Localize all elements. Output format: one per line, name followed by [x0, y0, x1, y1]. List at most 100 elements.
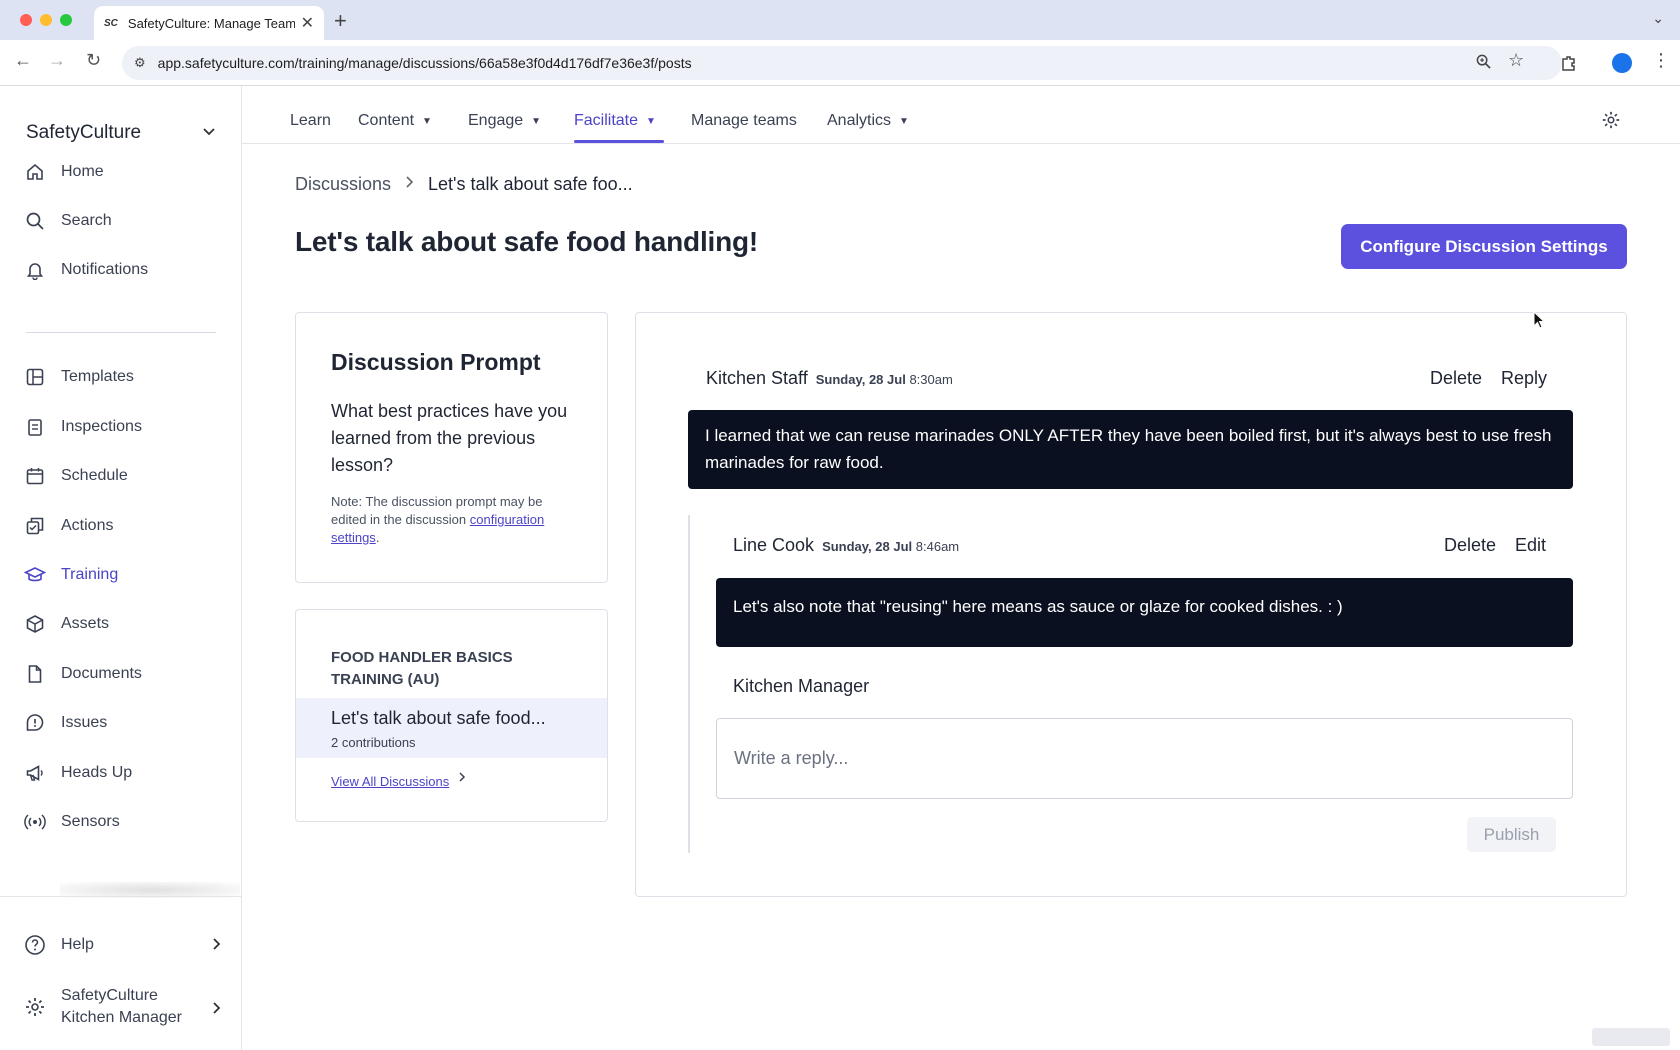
- sidebar-item-schedule[interactable]: Schedule: [24, 458, 224, 494]
- graduation-cap-icon: [24, 564, 46, 586]
- nav-label: Facilitate: [574, 112, 639, 129]
- sidebar-item-label: Home: [61, 163, 104, 180]
- delete-reply-button[interactable]: Delete: [1444, 535, 1496, 556]
- settings-gear-icon[interactable]: [1601, 110, 1621, 135]
- reply-date-day: Sunday, 28 Jul: [822, 539, 913, 554]
- sidebar-item-documents[interactable]: Documents: [24, 656, 224, 692]
- sidebar-item-search[interactable]: Search: [24, 203, 224, 239]
- nav-engage[interactable]: Engage ▼: [468, 112, 541, 130]
- close-window-button[interactable]: [20, 14, 32, 26]
- chevron-right-icon: [458, 770, 466, 786]
- nav-facilitate[interactable]: Facilitate ▼: [574, 112, 656, 130]
- browser-menu-icon[interactable]: ⋮: [1652, 50, 1670, 71]
- reply-input[interactable]: [716, 718, 1573, 799]
- edit-reply-button[interactable]: Edit: [1515, 535, 1546, 556]
- sidebar-item-account[interactable]: SafetyCulture Kitchen Manager: [24, 983, 224, 1031]
- site-info-icon[interactable]: ⚙: [134, 55, 146, 71]
- sidebar-item-inspections[interactable]: Inspections: [24, 409, 224, 445]
- breadcrumb: Discussions Let's talk about safe foo...: [295, 174, 633, 195]
- course-discussions-card: FOOD HANDLER BASICS TRAINING (AU) Let's …: [295, 609, 608, 822]
- prompt-note-suffix: .: [375, 530, 380, 545]
- prompt-note: Note: The discussion prompt may be edite…: [331, 493, 581, 547]
- sidebar-footer: Help SafetyCulture Kitchen Manager: [0, 896, 241, 1050]
- org-name[interactable]: SafetyCulture: [26, 122, 141, 144]
- nav-analytics[interactable]: Analytics ▼: [827, 112, 909, 130]
- breadcrumb-current: Let's talk about safe foo...: [428, 174, 633, 194]
- sidebar-item-label: Actions: [61, 517, 114, 534]
- course-name: FOOD HANDLER BASICS TRAINING (AU): [331, 649, 513, 688]
- screen-recorder-controls[interactable]: [1592, 1028, 1670, 1046]
- reply-date: Sunday, 28 Jul 8:46am: [822, 539, 959, 554]
- post-date: Sunday, 28 Jul 8:30am: [816, 372, 953, 387]
- delete-post-button[interactable]: Delete: [1430, 368, 1482, 389]
- tab-search-chevron-icon[interactable]: ⌄: [1652, 10, 1664, 27]
- nav-learn[interactable]: Learn: [290, 112, 331, 130]
- account-role: Kitchen Manager: [61, 1009, 182, 1026]
- minimize-window-button[interactable]: [40, 14, 52, 26]
- maximize-window-button[interactable]: [60, 14, 72, 26]
- chevron-down-icon[interactable]: [202, 124, 216, 140]
- reply-author: Line Cook: [733, 535, 815, 555]
- chevron-right-icon[interactable]: [212, 937, 222, 954]
- configure-discussion-settings-button[interactable]: Configure Discussion Settings: [1341, 224, 1627, 269]
- forward-icon[interactable]: →: [48, 50, 66, 71]
- view-all-discussions-link[interactable]: View All Discussions: [331, 774, 449, 789]
- discussion-list-item-selected[interactable]: Let's talk about safe food... 2 contribu…: [296, 698, 607, 758]
- help-icon: [24, 934, 46, 956]
- sidebar-item-assets[interactable]: Assets: [24, 606, 224, 642]
- actions-icon: [24, 515, 46, 537]
- sidebar-item-help[interactable]: Help: [24, 927, 224, 963]
- bookmark-star-icon[interactable]: ☆: [1508, 50, 1524, 71]
- back-icon[interactable]: ←: [14, 50, 32, 71]
- tab-title: SafetyCulture: Manage Teams: [127, 15, 295, 31]
- caret-down-icon: ▼: [899, 115, 909, 127]
- sidebar-item-sensors[interactable]: Sensors: [24, 804, 224, 840]
- post-body: I learned that we can reuse marinades ON…: [688, 410, 1573, 489]
- sidebar-item-home[interactable]: Home: [24, 154, 224, 190]
- nav-label: Content: [358, 112, 415, 129]
- post-author: Kitchen Staff: [706, 368, 808, 388]
- reply-header: Line Cook Sunday, 28 Jul 8:46am: [733, 535, 959, 556]
- post-header: Kitchen Staff Sunday, 28 Jul 8:30am: [706, 368, 953, 389]
- sidebar-item-actions[interactable]: Actions: [24, 508, 224, 544]
- account-text: SafetyCulture Kitchen Manager: [61, 985, 182, 1029]
- close-tab-icon[interactable]: ✕: [301, 13, 314, 33]
- post-date-day: Sunday, 28 Jul: [815, 372, 906, 387]
- sensor-icon: [24, 811, 46, 833]
- thread-line: [688, 515, 690, 853]
- top-nav: Learn Content ▼ Engage ▼ Facilitate ▼ Manag…: [242, 86, 1680, 144]
- sidebar-item-issues[interactable]: Issues: [24, 705, 224, 741]
- sidebar-item-label: Templates: [61, 368, 134, 385]
- new-tab-icon[interactable]: +: [334, 8, 347, 34]
- nav-label: Manage teams: [691, 112, 797, 129]
- publish-button[interactable]: Publish: [1467, 817, 1556, 852]
- sidebar-item-label: Heads Up: [61, 764, 133, 781]
- reload-icon[interactable]: ↻: [86, 50, 101, 71]
- post-date-time: 8:30am: [909, 372, 953, 387]
- favicon: SC: [104, 17, 118, 29]
- breadcrumb-discussions-link[interactable]: Discussions: [295, 174, 391, 195]
- nav-content[interactable]: Content ▼: [358, 112, 432, 130]
- account-org: SafetyCulture: [61, 987, 158, 1004]
- address-bar: ← → ↻ ⚙ app.safetyculture.com/training/m…: [0, 40, 1680, 86]
- sidebar-item-label: Help: [61, 936, 94, 953]
- reply-button[interactable]: Reply: [1501, 368, 1547, 389]
- sidebar-item-label: Inspections: [61, 418, 142, 435]
- sidebar-item-heads-up[interactable]: Heads Up: [24, 755, 224, 791]
- nav-manage-teams[interactable]: Manage teams: [691, 112, 797, 130]
- nav-label: Engage: [468, 112, 524, 129]
- sidebar-item-notifications[interactable]: Notifications: [24, 252, 224, 288]
- zoom-icon[interactable]: [1476, 54, 1491, 74]
- sidebar-item-templates[interactable]: Templates: [24, 359, 224, 395]
- prompt-question: What best practices have you learned fro…: [331, 401, 568, 475]
- extensions-icon[interactable]: [1560, 54, 1578, 77]
- sidebar-item-training[interactable]: Training: [24, 557, 224, 593]
- caret-down-icon: ▼: [422, 115, 432, 127]
- chevron-right-icon[interactable]: [212, 1001, 222, 1018]
- caret-down-icon: ▼: [531, 115, 542, 127]
- profile-avatar-icon[interactable]: [1612, 53, 1632, 73]
- url-field[interactable]: ⚙ app.safetyculture.com/training/manage/…: [122, 46, 1562, 80]
- document-icon: [24, 663, 46, 685]
- browser-tab[interactable]: SC SafetyCulture: Manage Teams ✕: [94, 6, 324, 40]
- mouse-cursor-icon: [1533, 310, 1546, 334]
